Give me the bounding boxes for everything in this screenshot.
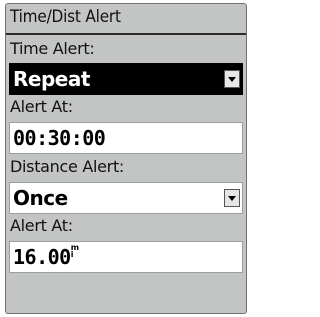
distance-alert-value: Once: [13, 186, 68, 210]
time-alert-at-value: 00:30:00: [13, 126, 106, 150]
distance-alert-at-field[interactable]: 16.00 m i: [9, 241, 243, 273]
time-alert-at-label: Alert At:: [10, 97, 73, 116]
time-alert-label: Time Alert:: [10, 39, 95, 58]
distance-value-number: 16.00: [13, 245, 71, 269]
time-alert-value: Repeat: [13, 67, 90, 91]
title-bar: Time/Dist Alert: [6, 4, 246, 35]
distance-alert-label: Distance Alert:: [10, 157, 125, 176]
time-alert-at-field[interactable]: 00:30:00: [9, 122, 243, 154]
device-screen: Time/Dist Alert Time Alert: Repeat Alert…: [5, 3, 247, 314]
distance-alert-at-value: 16.00 m i: [13, 244, 79, 270]
distance-unit: mi: [70, 244, 79, 259]
chevron-down-icon: [228, 77, 236, 82]
distance-alert-select[interactable]: Once: [9, 182, 243, 214]
time-alert-select[interactable]: Repeat: [9, 63, 243, 95]
distance-alert-at-label: Alert At:: [10, 216, 73, 235]
page-title: Time/Dist Alert: [10, 7, 121, 27]
distance-unit-bottom: i: [70, 250, 74, 259]
time-alert-dropdown-button[interactable]: [224, 70, 240, 88]
distance-alert-dropdown-button[interactable]: [224, 189, 240, 207]
chevron-down-icon: [228, 196, 236, 201]
